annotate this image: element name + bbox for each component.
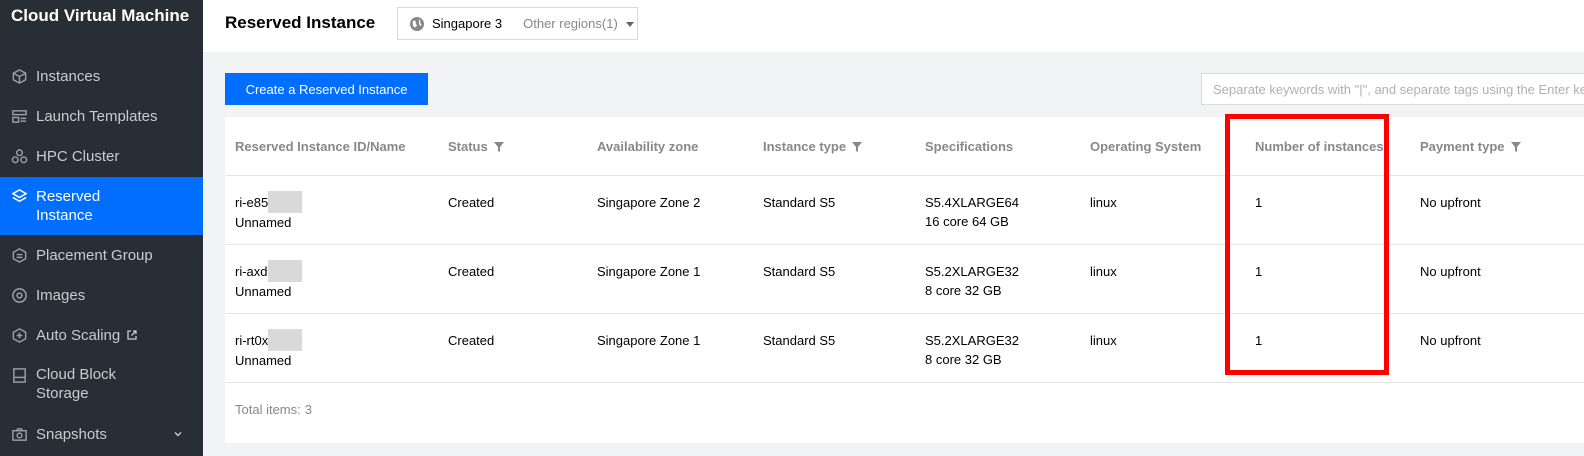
sidebar-item-label: Snapshots xyxy=(36,425,107,443)
column-label: Reserved Instance ID/Name xyxy=(235,139,406,154)
create-reserved-instance-button[interactable]: Create a Reserved Instance xyxy=(225,73,428,105)
spec-model: S5.2XLARGE32 xyxy=(925,264,1019,279)
spec-detail: 8 core 32 GB xyxy=(925,283,1002,298)
instance-name: Unnamed xyxy=(235,214,292,230)
cell-zone: Singapore Zone 1 xyxy=(597,333,701,348)
brand-title: Cloud Virtual Machine xyxy=(11,6,190,25)
disc-icon xyxy=(10,286,28,304)
sidebar: Cloud Virtual Machine Instances Launch T… xyxy=(0,0,203,456)
column-label: Payment type xyxy=(1420,139,1505,154)
filter-icon[interactable] xyxy=(1510,141,1521,152)
cell-id-name: ri-e85 Unnamed xyxy=(235,190,303,232)
placement-icon xyxy=(10,246,28,264)
cell-os: linux xyxy=(1090,264,1117,279)
column-header-instance-type: Instance type xyxy=(763,139,863,154)
cell-zone: Singapore Zone 1 xyxy=(597,264,701,279)
globe-icon xyxy=(410,16,424,31)
page-title: Reserved Instance xyxy=(225,13,376,32)
sidebar-item-label: Launch Templates xyxy=(36,107,158,125)
total-items: Total items: 3 xyxy=(235,402,312,417)
chevron-down-icon[interactable] xyxy=(173,429,183,439)
column-label: Instance type xyxy=(763,139,847,154)
cell-id-name: ri-axd Unnamed xyxy=(235,259,302,301)
page-header: Reserved Instance Singapore 3 Other regi… xyxy=(203,0,1584,52)
column-label: Specifications xyxy=(925,139,1014,154)
scaling-icon xyxy=(10,326,28,344)
template-icon xyxy=(10,107,28,125)
sidebar-item-label: Cloud Block Storage xyxy=(36,366,117,402)
cluster-icon xyxy=(10,147,28,165)
external-link-icon xyxy=(127,330,137,340)
spec-detail: 8 core 32 GB xyxy=(925,352,1002,367)
camera-icon xyxy=(10,425,28,443)
sidebar-item-launch-templates[interactable]: Launch Templates xyxy=(0,96,203,136)
sidebar-item-hpc-cluster[interactable]: HPC Cluster xyxy=(0,136,203,176)
sidebar-item-snapshots[interactable]: Snapshots xyxy=(0,414,203,454)
column-header-status: Status xyxy=(448,139,504,154)
redacted-mask xyxy=(268,190,303,213)
sidebar-item-reserved-instance[interactable]: Reserved Instance xyxy=(0,177,203,235)
layers-icon xyxy=(10,187,28,205)
cell-os: linux xyxy=(1090,195,1117,210)
sidebar-item-placement-group[interactable]: Placement Group xyxy=(0,235,203,275)
instance-id[interactable]: ri-rt0x xyxy=(235,333,268,348)
redacted-mask xyxy=(267,259,302,282)
highlight-box xyxy=(1225,114,1389,375)
cell-specifications: S5.2XLARGE32 8 core 32 GB xyxy=(925,331,1019,369)
filter-icon[interactable] xyxy=(493,141,504,152)
redacted-mask xyxy=(268,328,303,351)
cube-icon xyxy=(10,67,28,85)
sidebar-item-label: Images xyxy=(36,286,86,304)
filter-icon[interactable] xyxy=(852,141,863,152)
column-header-id-name: Reserved Instance ID/Name xyxy=(235,139,406,154)
cell-status: Created xyxy=(448,195,495,210)
spec-model: S5.2XLARGE32 xyxy=(925,333,1019,348)
column-label: Operating System xyxy=(1090,139,1202,154)
cell-instance-type: Standard S5 xyxy=(763,333,836,348)
cell-status: Created xyxy=(448,333,495,348)
spec-model: S5.4XLARGE64 xyxy=(925,195,1019,210)
sidebar-item-images[interactable]: Images xyxy=(0,275,203,315)
instance-id[interactable]: ri-axd xyxy=(235,264,268,279)
instance-id[interactable]: ri-e85 xyxy=(235,195,268,210)
column-header-specifications: Specifications xyxy=(925,139,1013,154)
instance-name: Unnamed xyxy=(235,283,292,299)
storage-icon xyxy=(10,366,28,384)
cell-id-name: ri-rt0x Unnamed xyxy=(235,328,303,370)
column-label: Availability zone xyxy=(597,139,699,154)
sidebar-item-auto-scaling[interactable]: Auto Scaling xyxy=(0,315,203,355)
column-header-availability-zone: Availability zone xyxy=(597,139,698,154)
region-other: Other regions(1) xyxy=(523,16,618,31)
column-header-operating-system: Operating System xyxy=(1090,139,1201,154)
sidebar-item-instances[interactable]: Instances xyxy=(0,56,203,96)
region-selector[interactable]: Singapore 3 Other regions(1) xyxy=(397,7,638,40)
search-input[interactable] xyxy=(1201,73,1584,105)
sidebar-item-label: Placement Group xyxy=(36,246,153,264)
cell-specifications: S5.4XLARGE64 16 core 64 GB xyxy=(925,193,1019,231)
cell-specifications: S5.2XLARGE32 8 core 32 GB xyxy=(925,262,1019,300)
cell-instance-type: Standard S5 xyxy=(763,195,836,210)
cell-payment-type: No upfront xyxy=(1420,264,1481,279)
spec-detail: 16 core 64 GB xyxy=(925,214,1009,229)
cell-status: Created xyxy=(448,264,495,279)
sidebar-item-label: HPC Cluster xyxy=(36,147,120,165)
sidebar-item-label: Instances xyxy=(36,67,101,85)
column-header-payment-type: Payment type xyxy=(1420,139,1521,154)
cell-os: linux xyxy=(1090,333,1117,348)
cell-payment-type: No upfront xyxy=(1420,195,1481,210)
total-count: 3 xyxy=(304,402,312,417)
instance-name: Unnamed xyxy=(235,352,292,368)
cell-instance-type: Standard S5 xyxy=(763,264,836,279)
sidebar-item-cloud-block-storage[interactable]: Cloud Block Storage xyxy=(0,355,203,413)
caret-down-icon xyxy=(625,21,634,27)
sidebar-item-label: Auto Scaling xyxy=(36,326,121,344)
region-current: Singapore 3 xyxy=(432,16,503,31)
sidebar-item-label: Reserved Instance xyxy=(36,188,101,224)
total-label: Total items: xyxy=(235,402,301,417)
cell-zone: Singapore Zone 2 xyxy=(597,195,701,210)
column-label: Status xyxy=(448,139,488,154)
cell-payment-type: No upfront xyxy=(1420,333,1481,348)
